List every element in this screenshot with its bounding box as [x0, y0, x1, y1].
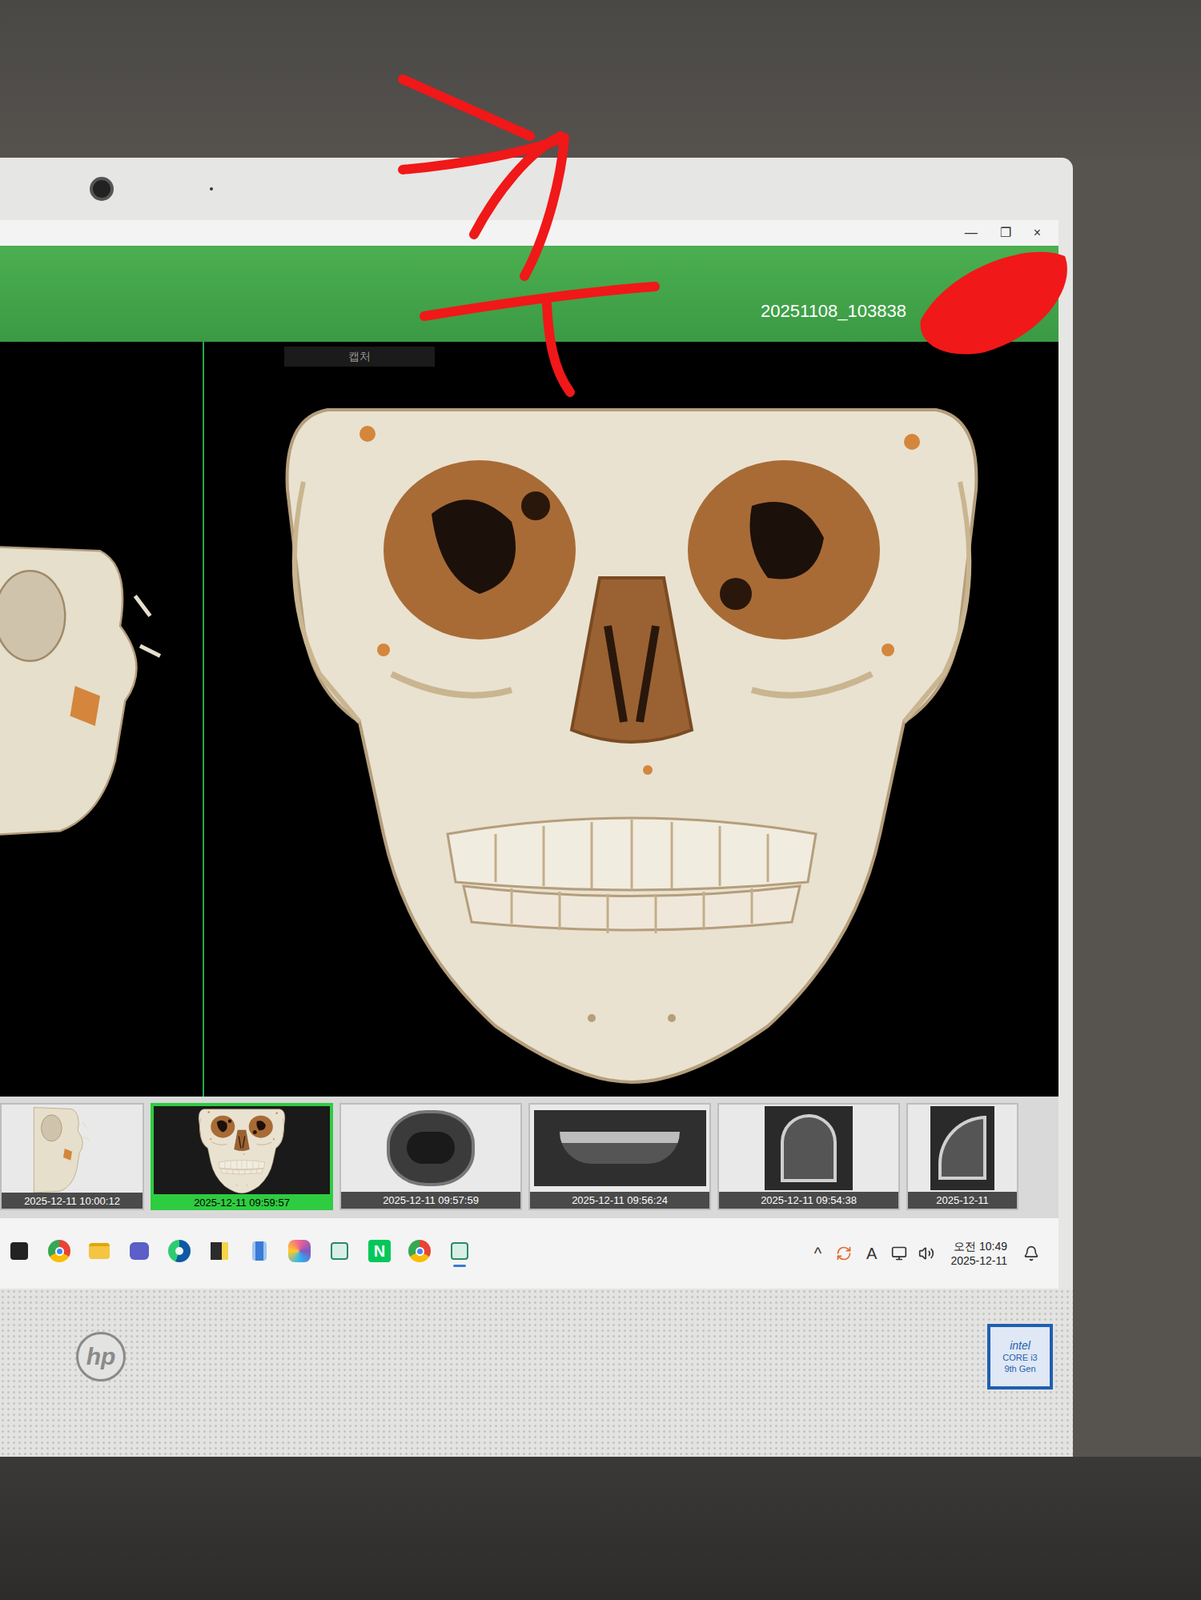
- app-icon[interactable]: [448, 1240, 471, 1263]
- monitor-row: —❐×20251108_103838캡처2025-12-11 10:00:122…: [0, 157, 1201, 1458]
- viewer-area: 캡처: [0, 341, 1059, 1097]
- webcam-icon: [89, 176, 114, 201]
- active-indicator: [293, 1265, 306, 1268]
- app-icon[interactable]: [328, 1240, 351, 1263]
- thumbnail-time: 2025-12-11 09:54:38: [718, 1192, 899, 1210]
- ceph-front-xray: [764, 1106, 853, 1191]
- thumbnail-strip: 2025-12-11 10:00:12 2025-12-11 09:59:57 20…: [0, 1096, 1059, 1219]
- thumbnail[interactable]: 2025-12-11 10:00:12: [0, 1103, 145, 1211]
- sync-icon[interactable]: [835, 1245, 852, 1262]
- taskbar-apps: N: [8, 1240, 471, 1268]
- edge-icon[interactable]: [168, 1240, 191, 1263]
- active-indicator: [172, 1265, 186, 1268]
- copilot-icon[interactable]: [288, 1240, 311, 1263]
- active-indicator: [52, 1265, 66, 1268]
- active-indicator: [453, 1265, 466, 1268]
- skull-front-render: [181, 1106, 302, 1195]
- wall: [0, 0, 1201, 158]
- app-header: 20251108_103838: [0, 245, 1059, 342]
- view-tab[interactable]: 캡처: [284, 346, 435, 367]
- active-indicator: [333, 1265, 346, 1268]
- hp-logo-icon: hp: [76, 1332, 126, 1382]
- taskbar: N ^ A 오전 10:492025-12-11: [0, 1218, 1059, 1290]
- active-indicator: [413, 1265, 426, 1268]
- folder-icon[interactable]: [88, 1240, 111, 1263]
- start-icon[interactable]: [8, 1240, 31, 1263]
- sensor-dot: [209, 187, 213, 191]
- window-control-button[interactable]: ❐: [1000, 226, 1012, 240]
- active-indicator: [92, 1265, 106, 1268]
- active-indicator: [212, 1265, 226, 1268]
- skull-front-render: [267, 385, 997, 1091]
- window-control-button[interactable]: ×: [1033, 226, 1041, 240]
- display-icon[interactable]: [891, 1245, 908, 1262]
- monitor-chin: hp intelCORE i39th Gen: [0, 1289, 1073, 1458]
- active-indicator: [12, 1265, 26, 1268]
- thumbnail[interactable]: 2025-12-11 09:54:38: [717, 1103, 900, 1211]
- thumbnail[interactable]: 2025-12-11 09:59:57: [150, 1103, 334, 1211]
- chrome-icon[interactable]: [48, 1240, 71, 1263]
- skull-side-render: [0, 373, 201, 999]
- window-control-button[interactable]: —: [964, 226, 978, 240]
- left-view-panel[interactable]: [0, 341, 205, 1097]
- thumbnail-time: 2025-12-11 09:57:59: [341, 1192, 521, 1210]
- sticky-notes-icon[interactable]: [208, 1240, 231, 1263]
- main-view-panel[interactable]: 캡처: [204, 341, 1059, 1097]
- top-bezel: [0, 157, 1073, 221]
- clock[interactable]: 오전 10:492025-12-11: [945, 1239, 1013, 1269]
- thumbnail-time: 2025-12-11 10:00:12: [1, 1192, 143, 1211]
- red-annotation-icon: [0, 0, 1201, 561]
- active-indicator: [253, 1265, 266, 1268]
- photo-scene: —❐×20251108_103838캡처2025-12-11 10:00:122…: [0, 0, 1201, 1600]
- right-bezel: [1058, 220, 1073, 1290]
- desk: [0, 1457, 1201, 1600]
- title-bar: — ❐ ×: [0, 220, 1059, 246]
- active-indicator: [132, 1265, 146, 1268]
- screen-frame: —❐×20251108_103838캡처2025-12-11 10:00:122…: [0, 220, 1073, 1290]
- thumbnail[interactable]: 2025-12-11: [906, 1103, 1019, 1211]
- volume-icon[interactable]: [918, 1245, 935, 1262]
- system-tray: ^ A 오전 10:492025-12-11: [811, 1239, 1051, 1269]
- chrome-icon[interactable]: [408, 1240, 431, 1263]
- active-indicator: [373, 1265, 386, 1268]
- thumbnail-time: 2025-12-11: [907, 1192, 1017, 1210]
- thumbnail-time: 2025-12-11 09:56:24: [530, 1192, 710, 1210]
- thumbnail[interactable]: 2025-12-11 09:56:24: [528, 1103, 711, 1211]
- ime-tray[interactable]: A: [863, 1241, 880, 1266]
- intel-sticker: intelCORE i39th Gen: [987, 1324, 1053, 1390]
- notification-icon[interactable]: [1023, 1245, 1040, 1262]
- teams-icon[interactable]: [128, 1240, 151, 1263]
- chevron-tray[interactable]: ^: [811, 1241, 825, 1266]
- panoramic-xray: [534, 1110, 707, 1187]
- monitor: —❐×20251108_103838캡처2025-12-11 10:00:122…: [0, 157, 1073, 1458]
- study-title: 20251108_103838: [760, 297, 907, 325]
- notepad-icon[interactable]: [248, 1240, 271, 1263]
- ceph-side-xray: [930, 1106, 995, 1191]
- skull-side-render: [12, 1104, 133, 1193]
- thumbnail-time: 2025-12-11 09:59:57: [153, 1194, 330, 1211]
- axial-slice: [386, 1110, 475, 1187]
- naver-icon[interactable]: N: [368, 1240, 391, 1263]
- thumbnail[interactable]: 2025-12-11 09:57:59: [339, 1103, 523, 1211]
- screen: —❐×20251108_103838캡처2025-12-11 10:00:122…: [0, 220, 1059, 1290]
